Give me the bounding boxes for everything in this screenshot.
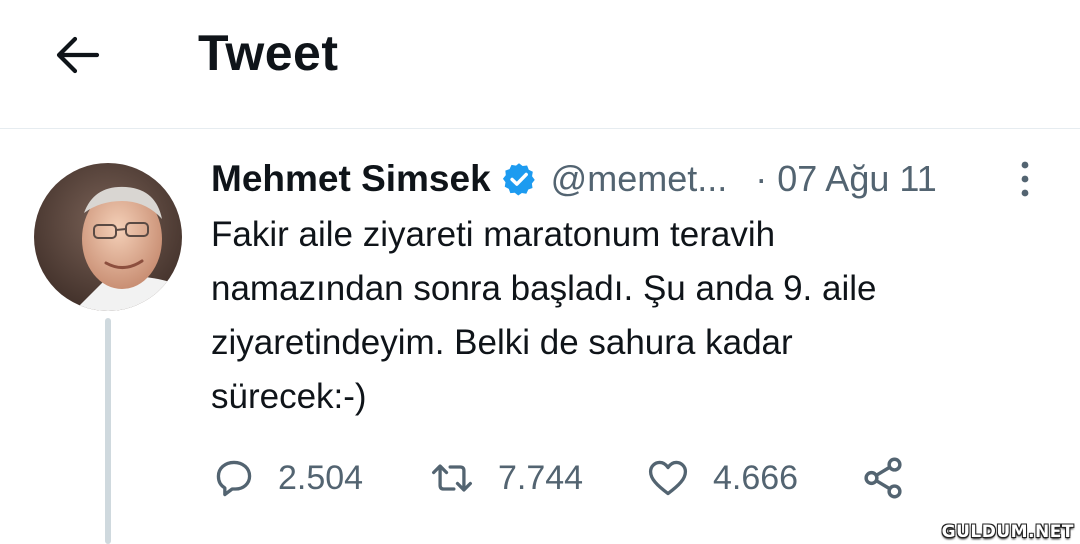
tweet-header: Tweet — [0, 0, 1080, 129]
heart-icon — [648, 460, 688, 496]
like-count: 4.666 — [713, 458, 799, 497]
reply-count: 2.504 — [278, 458, 364, 497]
avatar[interactable] — [34, 163, 182, 311]
watermark: GULDUM.NET — [941, 522, 1074, 542]
verified-badge-icon — [501, 161, 537, 197]
reply-button[interactable]: 2.504 — [212, 448, 363, 508]
page-title: Tweet — [198, 25, 339, 81]
retweet-button[interactable]: 7.744 — [428, 448, 583, 508]
reply-icon — [216, 460, 252, 497]
tweet-date[interactable]: 07 Ağu 11 — [777, 158, 937, 200]
thread-line — [105, 318, 111, 544]
retweet-icon — [432, 464, 472, 492]
arrow-left-icon — [56, 36, 100, 74]
more-options-button[interactable] — [1012, 158, 1038, 200]
user-avatar-image — [34, 163, 182, 311]
retweet-count: 7.744 — [498, 458, 584, 497]
like-button[interactable]: 4.666 — [645, 448, 798, 508]
meta-separator: · — [755, 158, 768, 199]
more-vertical-icon — [1021, 161, 1029, 197]
back-button[interactable] — [52, 30, 102, 80]
author-row: Mehmet Simsek @memet... · 07 Ağu 11 — [211, 153, 1051, 205]
tweet-text: Fakir aile ziyareti maratonum teravih na… — [211, 215, 877, 416]
author-handle[interactable]: @memet... — [551, 158, 728, 200]
share-icon — [864, 457, 902, 499]
share-button[interactable] — [858, 448, 908, 508]
author-display-name[interactable]: Mehmet Simsek — [211, 158, 491, 200]
tweet-actions: 2.504 7.744 4.666 — [0, 448, 1080, 508]
